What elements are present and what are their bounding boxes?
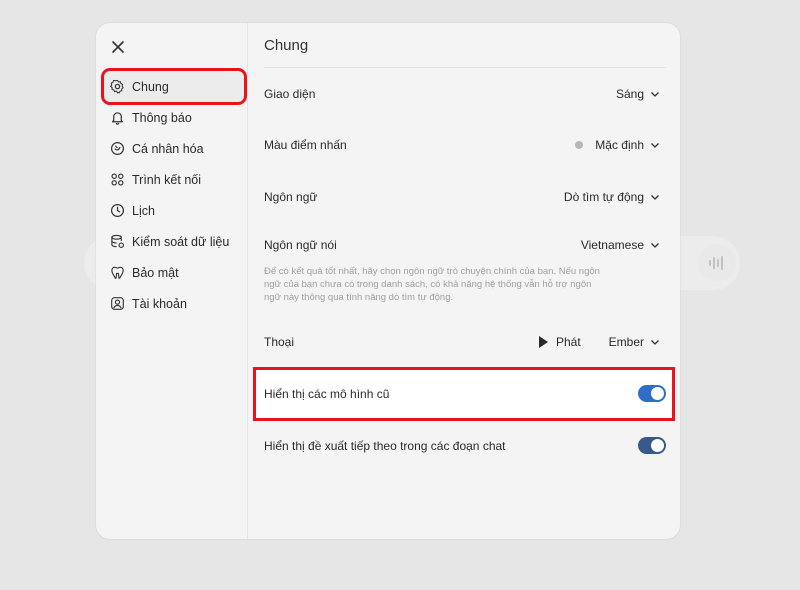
chevron-down-icon <box>650 140 660 150</box>
settings-nav: Chung Thông báo Cá nhân hóa Trình kết nố… <box>101 68 247 319</box>
chevron-down-icon <box>650 192 660 202</box>
shield-icon <box>110 265 125 280</box>
language-value: Dò tìm tự động <box>563 190 644 204</box>
followups-toggle[interactable] <box>638 437 666 454</box>
voice-label: Thoại <box>264 335 295 349</box>
clock-icon <box>110 203 125 218</box>
play-label: Phát <box>555 335 581 349</box>
spoken-language-label: Ngôn ngữ nói <box>264 238 337 252</box>
sidebar-item-connectors[interactable]: Trình kết nối <box>104 164 244 195</box>
setting-voice: Thoại Phát Ember <box>264 335 660 349</box>
sidebar-item-label: Lịch <box>132 203 155 218</box>
theme-value: Sáng <box>615 87 644 101</box>
bell-icon <box>110 110 125 125</box>
followups-label: Hiển thị đề xuất tiếp theo trong các đoạ… <box>264 438 506 453</box>
setting-legacy-models: Hiển thị các mô hình cũ <box>264 385 666 402</box>
sidebar-item-personalization[interactable]: Cá nhân hóa <box>104 133 244 164</box>
account-icon <box>110 296 125 311</box>
setting-language: Ngôn ngữ Dò tìm tự động <box>264 190 660 204</box>
voice-value: Ember <box>608 335 644 349</box>
theme-dropdown[interactable]: Sáng <box>616 87 660 101</box>
voice-controls: Phát Ember <box>538 335 660 349</box>
sidebar-item-general[interactable]: Chung <box>101 68 247 105</box>
sidebar-item-label: Chung <box>132 79 169 94</box>
sidebar-item-notifications[interactable]: Thông báo <box>104 102 244 133</box>
divider <box>264 67 666 68</box>
sidebar-item-account[interactable]: Tài khoản <box>104 288 244 319</box>
theme-label: Giao diện <box>264 87 316 101</box>
settings-modal: Chung Thông báo Cá nhân hóa Trình kết nố… <box>96 23 680 539</box>
sidebar-item-label: Cá nhân hóa <box>132 141 204 156</box>
close-icon <box>112 41 124 53</box>
play-voice-button[interactable]: Phát <box>538 335 581 349</box>
play-icon <box>538 336 548 348</box>
close-button[interactable] <box>110 39 126 55</box>
sidebar-item-label: Thông báo <box>132 110 192 125</box>
voice-mode-icon <box>698 244 736 282</box>
setting-followups: Hiển thị đề xuất tiếp theo trong các đoạ… <box>264 437 666 454</box>
setting-accent-color: Màu điểm nhấn Mặc định <box>264 138 660 152</box>
gear-icon <box>110 79 125 94</box>
settings-sidebar: Chung Thông báo Cá nhân hóa Trình kết nố… <box>96 23 248 539</box>
spoken-language-value: Vietnamese <box>580 238 644 252</box>
voice-dropdown[interactable]: Ember <box>609 335 660 349</box>
settings-content: Chung Giao diện Sáng Màu điểm nhấn Mặc đ… <box>248 23 680 539</box>
legacy-models-label: Hiển thị các mô hình cũ <box>264 386 390 401</box>
sidebar-item-label: Trình kết nối <box>132 172 202 187</box>
setting-theme: Giao diện Sáng <box>264 87 660 101</box>
database-icon <box>110 234 125 249</box>
sidebar-item-label: Bảo mật <box>132 265 179 280</box>
language-label: Ngôn ngữ <box>264 190 318 204</box>
sidebar-item-security[interactable]: Bảo mật <box>104 257 244 288</box>
setting-spoken-language: Ngôn ngữ nói Vietnamese <box>264 238 660 252</box>
accent-dropdown[interactable]: Mặc định <box>575 138 660 152</box>
chevron-down-icon <box>650 89 660 99</box>
legacy-models-toggle[interactable] <box>638 385 666 402</box>
spoken-language-description: Để có kết quả tốt nhất, hãy chọn ngôn ng… <box>264 266 600 303</box>
sidebar-item-label: Kiểm soát dữ liệu <box>132 234 230 249</box>
personalize-icon <box>110 141 125 156</box>
chevron-down-icon <box>650 240 660 250</box>
accent-swatch <box>575 141 584 149</box>
chevron-down-icon <box>650 337 660 347</box>
language-dropdown[interactable]: Dò tìm tự động <box>564 190 660 204</box>
spoken-language-dropdown[interactable]: Vietnamese <box>581 238 660 252</box>
accent-value: Mặc định <box>595 138 644 152</box>
sidebar-item-schedule[interactable]: Lịch <box>104 195 244 226</box>
sidebar-item-data-controls[interactable]: Kiểm soát dữ liệu <box>104 226 244 257</box>
page-title: Chung <box>264 37 309 54</box>
connector-icon <box>110 172 125 187</box>
sidebar-item-label: Tài khoản <box>132 296 187 311</box>
accent-label: Màu điểm nhấn <box>264 138 347 152</box>
